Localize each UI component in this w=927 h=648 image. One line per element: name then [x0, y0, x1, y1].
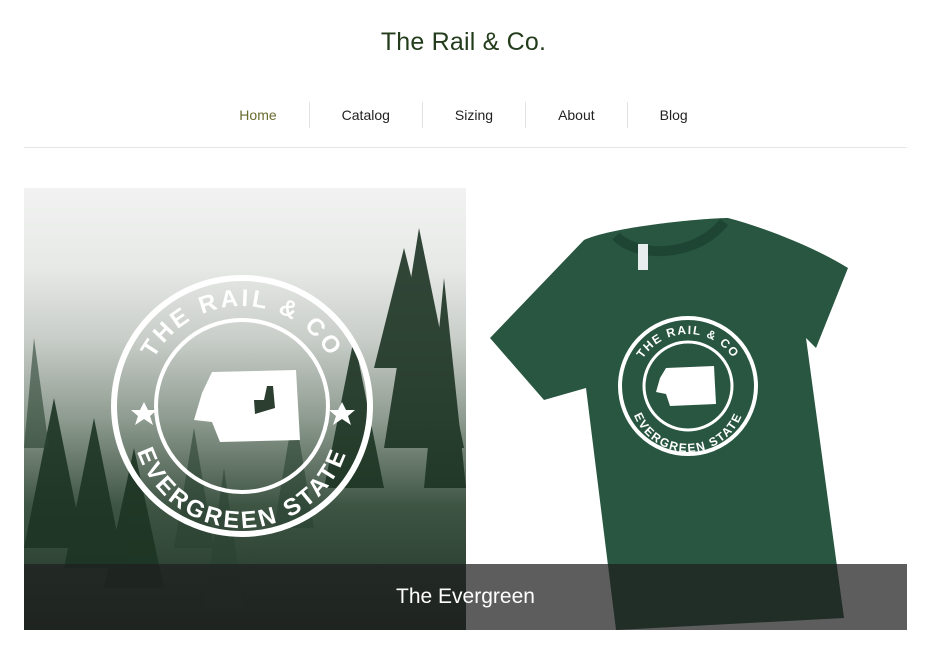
- site-title[interactable]: The Rail & Co.: [0, 28, 927, 57]
- badge-top-text: THE RAIL & CO: [136, 285, 345, 362]
- header-divider: [24, 147, 907, 148]
- main-nav: Home Catalog Sizing About Blog: [0, 102, 927, 128]
- nav-item-catalog[interactable]: Catalog: [308, 102, 422, 128]
- nav-item-sizing[interactable]: Sizing: [421, 102, 525, 128]
- product-card[interactable]: THE RAIL & CO EVERGREEN STATE THE RAIL &…: [24, 188, 907, 630]
- nav-item-about[interactable]: About: [525, 102, 627, 128]
- nav-item-blog[interactable]: Blog: [626, 102, 720, 128]
- svg-text:EVERGREEN STATE: EVERGREEN STATE: [131, 443, 353, 534]
- product-caption-bar: The Evergreen: [24, 564, 907, 630]
- product-name[interactable]: The Evergreen: [396, 585, 535, 609]
- svg-text:THE RAIL & CO: THE RAIL & CO: [136, 285, 348, 362]
- badge-bottom-text: EVERGREEN STATE: [131, 443, 350, 534]
- nav-item-home[interactable]: Home: [207, 102, 308, 128]
